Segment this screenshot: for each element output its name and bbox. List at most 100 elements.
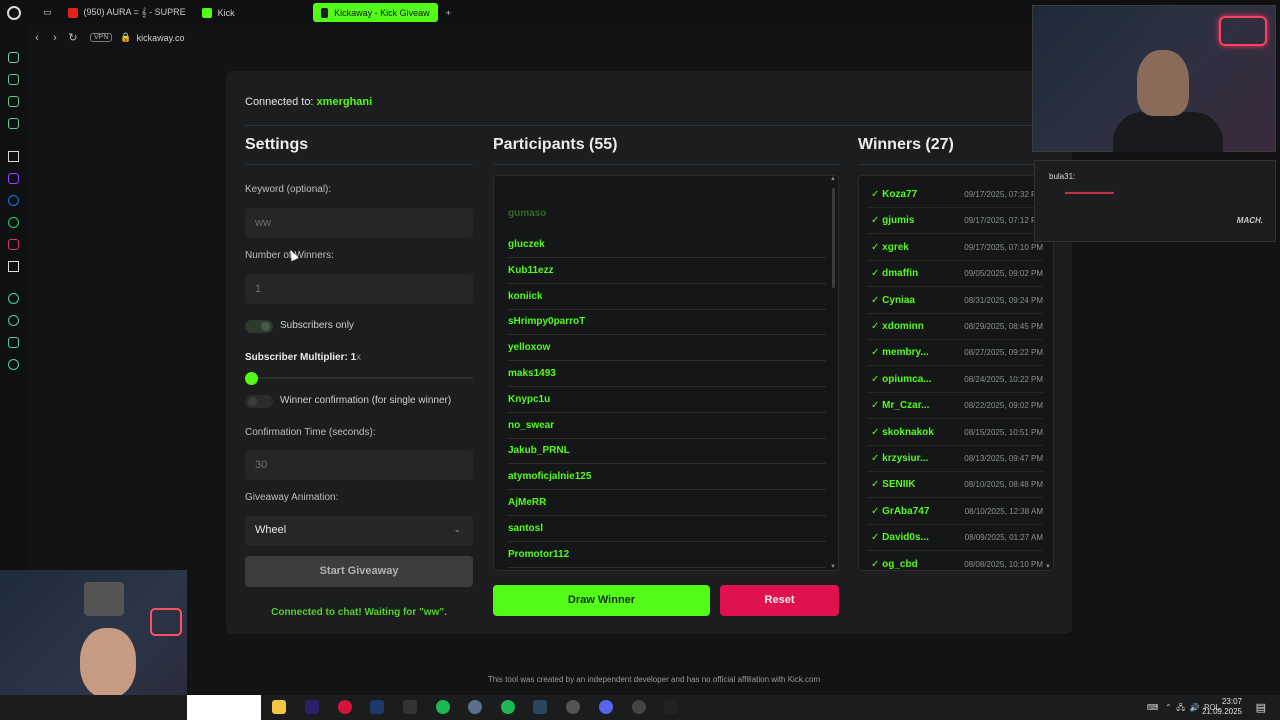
- participants-list[interactable]: ▲ ▼ gumaso gluczek Kub11ezz koniick sHrimpy0…: [493, 175, 839, 571]
- tabs-icon: ▭: [43, 7, 52, 17]
- giveaway-card: Connected to: xmerghani Settings Keyword…: [226, 71, 1072, 634]
- network-icon[interactable]: 🖧: [1176, 703, 1185, 712]
- opera-logo-icon[interactable]: [7, 5, 21, 20]
- ccleaner-icon[interactable]: [468, 700, 482, 714]
- file-explorer-icon[interactable]: [272, 700, 286, 714]
- settings-gear-icon[interactable]: [8, 359, 19, 370]
- reset-button[interactable]: Reset: [720, 585, 839, 616]
- winner-date: 08/27/2025, 09:22 PM: [964, 348, 1043, 358]
- spotify-icon-2[interactable]: [501, 700, 515, 714]
- webcam-person-body: [1113, 112, 1223, 152]
- winner-confirm-toggle[interactable]: [245, 395, 273, 408]
- notifications-icon[interactable]: ▤: [1256, 701, 1266, 714]
- taskbar-search[interactable]: [187, 695, 261, 720]
- vpn-badge[interactable]: VPN: [90, 33, 113, 42]
- twitch-icon[interactable]: [8, 173, 19, 184]
- tab-kickaway[interactable]: Kickaway - Kick Giveaw: [312, 3, 438, 22]
- scroll-thumb[interactable]: [832, 188, 835, 288]
- whatsapp-icon[interactable]: [8, 217, 19, 228]
- x-twitter-icon[interactable]: [8, 261, 19, 272]
- confirm-time-input[interactable]: 30: [245, 450, 473, 480]
- taskbar-clock[interactable]: 23:07 21.09.2025: [1202, 697, 1242, 717]
- scroll-up-icon[interactable]: ▲: [830, 176, 836, 182]
- winner-date: 08/31/2025, 09:24 PM: [964, 295, 1043, 305]
- back-icon[interactable]: ‹: [28, 32, 46, 44]
- winner-row: ✓ SENIIK 08/10/2025, 08:48 PM: [867, 472, 1043, 499]
- winner-name: ✓ skoknakok: [871, 426, 934, 438]
- scroll-down-icon[interactable]: ▼: [1045, 564, 1051, 570]
- toggle-knob: [261, 322, 270, 331]
- winner-row: ✓ opiumca... 08/24/2025, 10:22 PM: [867, 367, 1043, 393]
- chevron-up-icon[interactable]: ⌃: [1165, 703, 1172, 712]
- wallet-icon[interactable]: [8, 96, 19, 107]
- player-icon[interactable]: [8, 293, 19, 304]
- toggle-knob: [248, 397, 257, 406]
- url-field[interactable]: kickaway.co: [137, 33, 185, 43]
- keyboard-icon[interactable]: ⌨: [1147, 703, 1159, 712]
- participant-item: maks1493: [508, 361, 826, 387]
- neon-sign-icon: [1219, 16, 1267, 46]
- multiplier-label: Subscriber Multiplier: 1x: [245, 352, 361, 363]
- keyword-input[interactable]: ww: [245, 208, 473, 238]
- discord-icon[interactable]: [599, 700, 613, 714]
- confirm-time-label: Confirmation Time (seconds):: [245, 427, 376, 438]
- aria-icon[interactable]: [8, 52, 19, 63]
- winners-input[interactable]: 1: [245, 274, 473, 304]
- connected-label: Connected to:: [245, 96, 314, 108]
- messenger-box-icon[interactable]: [8, 118, 19, 129]
- forward-icon[interactable]: ›: [46, 32, 64, 44]
- opera-gx-icon[interactable]: [338, 700, 352, 714]
- messenger-icon[interactable]: [8, 195, 19, 206]
- connection-status: Connected to: xmerghani: [245, 96, 372, 108]
- tab-label: Kick: [217, 7, 235, 18]
- photoshop-icon[interactable]: [370, 700, 384, 714]
- participant-item: koniick: [508, 284, 826, 310]
- winner-date: 08/22/2025, 09:02 PM: [964, 401, 1043, 411]
- participants-title: Participants (55): [493, 136, 839, 165]
- participant-item: gluczek: [508, 232, 826, 258]
- tab-label: Kickaway - Kick Giveaw: [334, 7, 430, 18]
- winner-name: ✓ xgrek: [871, 241, 909, 253]
- tab-kick[interactable]: Kick: [194, 3, 243, 22]
- github-icon[interactable]: [566, 700, 580, 714]
- live-app-icon[interactable]: [403, 700, 417, 714]
- aria-ai-icon[interactable]: [8, 151, 19, 162]
- multiplier-slider[interactable]: [249, 377, 473, 379]
- tab-workspaces[interactable]: ▭: [35, 3, 60, 22]
- winner-name: ✓ xdominn: [871, 321, 924, 332]
- animation-select[interactable]: Wheel ⌄: [245, 516, 473, 546]
- scroll-down-icon[interactable]: ▼: [830, 564, 836, 570]
- multiplier-slider-handle[interactable]: [245, 372, 258, 385]
- extensions-icon[interactable]: [8, 337, 19, 348]
- winner-date: 08/09/2025, 01:27 AM: [964, 533, 1043, 543]
- winner-date: 08/24/2025, 10:22 PM: [964, 374, 1043, 384]
- participant-item: Kub11ezz: [508, 258, 826, 284]
- windows-taskbar: ⌨ ⌃ 🖧 🔊 POL 23:07 21.09.2025 ▤: [0, 695, 1280, 720]
- tab-youtube[interactable]: (950) AURA = 𝄞 - SUPRE: [60, 3, 194, 22]
- winner-row: ✓ xgrek 09/17/2025, 07:10 PM: [867, 235, 1043, 261]
- winner-date: 09/17/2025, 07:12 PM: [964, 216, 1043, 226]
- obs-icon[interactable]: [632, 700, 646, 714]
- instagram-icon[interactable]: [8, 239, 19, 250]
- connected-user: xmerghani: [316, 96, 373, 108]
- shopping-icon[interactable]: [8, 74, 19, 85]
- spotify-icon[interactable]: [436, 700, 450, 714]
- steam-icon[interactable]: [533, 700, 547, 714]
- winner-row: ✓ Cyniaa 08/31/2025, 09:24 PM: [867, 288, 1043, 314]
- after-effects-icon[interactable]: [305, 700, 319, 714]
- draw-winner-button[interactable]: Draw Winner: [493, 585, 710, 616]
- neon-sign-icon: [150, 608, 182, 636]
- start-giveaway-button[interactable]: Start Giveaway: [245, 556, 473, 587]
- participant-item: Jakub_PRNL: [508, 438, 826, 465]
- reload-icon[interactable]: ↻: [64, 31, 82, 44]
- winner-name: ✓ og_cbd: [871, 558, 918, 570]
- new-tab-button[interactable]: +: [438, 3, 459, 22]
- epic-games-icon[interactable]: [664, 700, 678, 714]
- stream-chat-overlay: bula31: ▬▬▬▬▬▬▬ MACH.: [1034, 160, 1276, 242]
- history-icon[interactable]: [8, 315, 19, 326]
- volume-icon[interactable]: 🔊: [1190, 703, 1200, 712]
- subscribers-only-toggle[interactable]: [245, 320, 273, 333]
- participants-scrollbar[interactable]: ▲ ▼: [830, 176, 836, 570]
- winners-list[interactable]: ▼ ✓ Koza77 09/17/2025, 07:32 PM ✓ gjumis 09…: [858, 175, 1054, 571]
- winner-confirm-label: Winner confirmation (for single winner): [280, 395, 452, 406]
